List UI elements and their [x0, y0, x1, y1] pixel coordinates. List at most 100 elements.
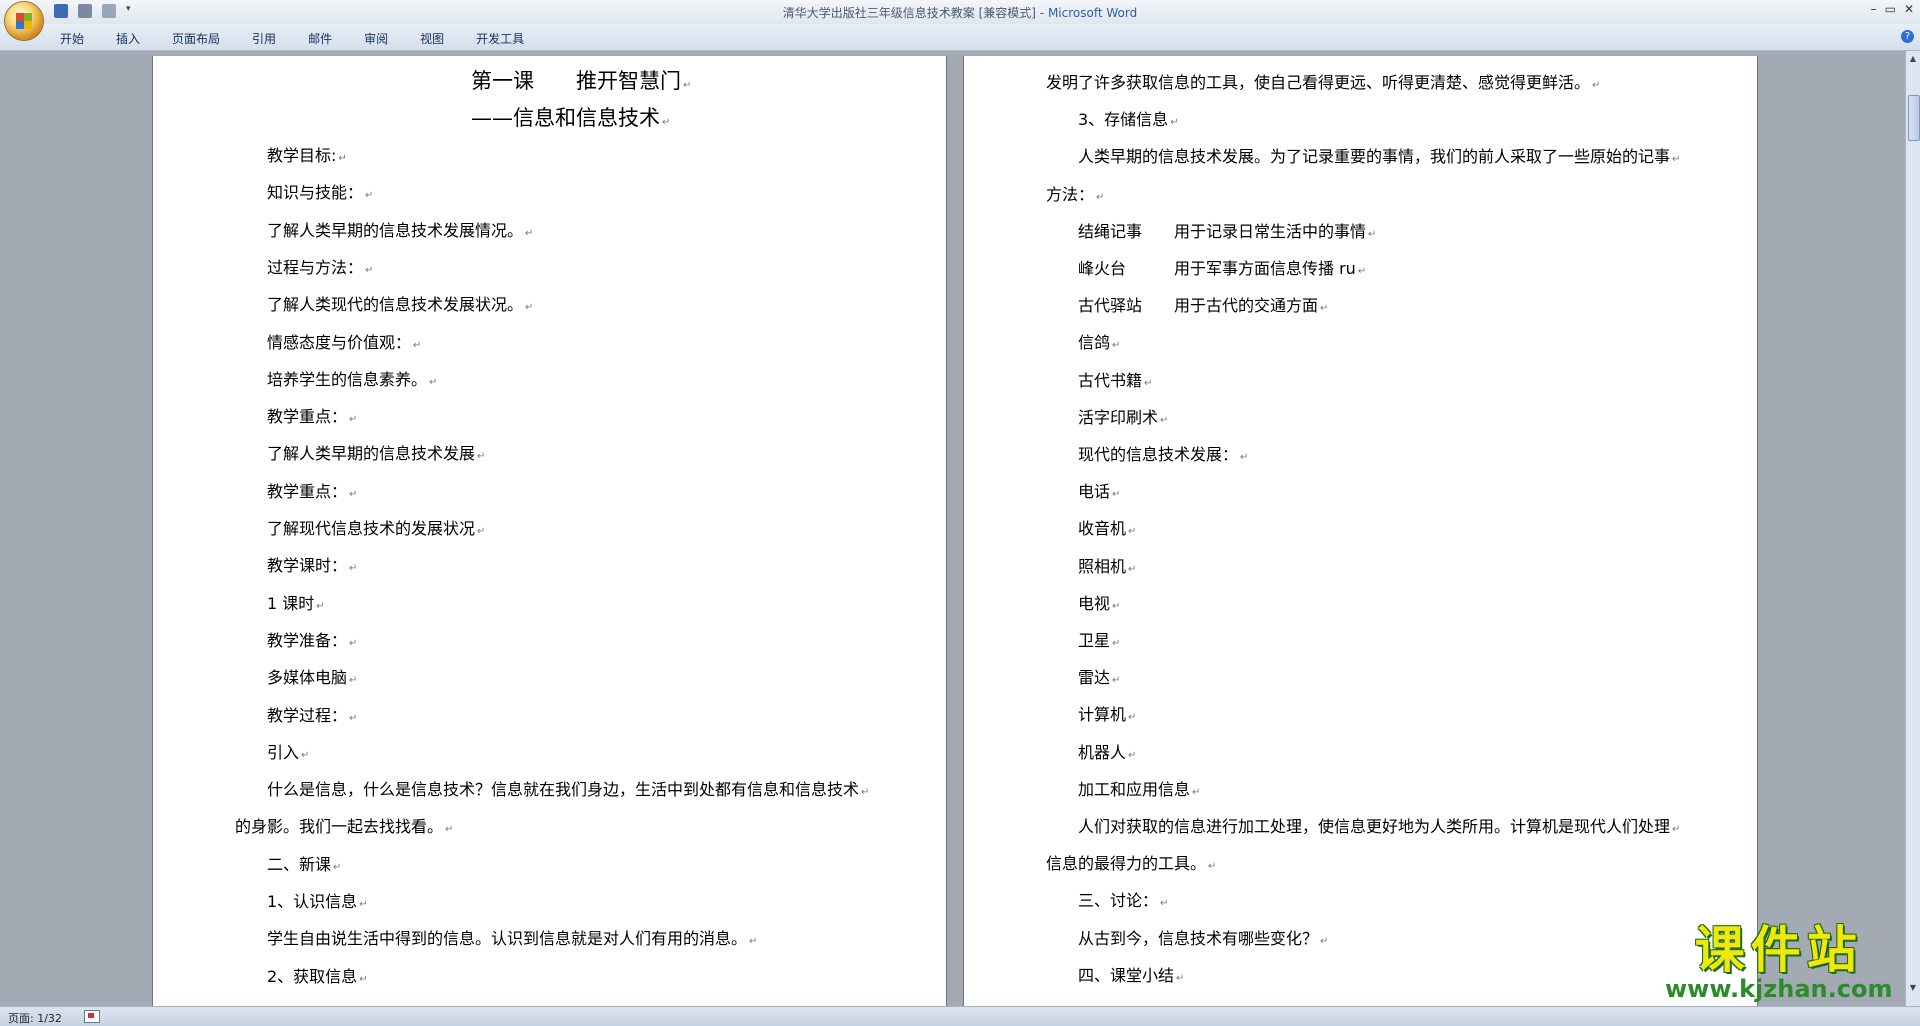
paragraph-mark: ↵	[349, 637, 358, 649]
office-button[interactable]	[5, 2, 43, 40]
right-page-line-text: 加工和应用信息	[1078, 779, 1191, 799]
paragraph-mark: ↵	[1144, 377, 1153, 389]
right-page-line-text: 照相机	[1078, 556, 1127, 576]
left-page-line: 了解人类早期的信息技术发展情况。 ↵	[267, 217, 533, 241]
left-page-line-text: 教学准备：	[267, 630, 348, 650]
tab-references[interactable]: 引用	[252, 30, 276, 47]
paragraph-mark: ↵	[316, 600, 325, 612]
right-page-line: 照相机 ↵	[1078, 553, 1136, 577]
left-page-line: 教学重点： ↵	[267, 478, 357, 502]
right-page-line: 电视 ↵	[1078, 590, 1120, 614]
left-page-line: 教学准备： ↵	[267, 627, 357, 651]
right-page-line-text: 计算机	[1078, 705, 1127, 725]
left-page-line: 过程与方法： ↵	[267, 254, 373, 278]
paragraph-mark: ↵	[359, 899, 368, 910]
tab-view[interactable]: 视图	[420, 30, 444, 47]
left-page-line-text: 教学重点：	[267, 481, 348, 501]
tab-review[interactable]: 审阅	[364, 30, 388, 47]
paragraph-mark: ↵	[359, 973, 368, 985]
tab-insert[interactable]: 插入	[116, 30, 140, 47]
right-page-line: 峰火台 用于军事方面信息传播 ru ↵	[1078, 255, 1366, 279]
right-page-line-text: 结绳记事 用于记录日常生活中的事情	[1078, 221, 1367, 241]
paragraph-mark: ↵	[1320, 303, 1329, 315]
close-icon[interactable]: ✕	[1904, 2, 1914, 16]
restore-icon[interactable]: ▭	[1885, 2, 1896, 16]
paragraph-mark: ↵	[1672, 154, 1681, 166]
paragraph-mark: ↵	[1357, 266, 1367, 277]
paragraph-mark: ↵	[1128, 563, 1137, 575]
paragraph-mark: ↵	[349, 563, 358, 575]
app-name: Microsoft Word	[1047, 6, 1138, 20]
scroll-up-icon[interactable]: ▲	[1908, 54, 1918, 63]
paragraph-mark: ↵	[525, 227, 534, 239]
paragraph-mark: ↵	[525, 302, 534, 314]
tab-home[interactable]: 开始	[60, 30, 84, 47]
ribbon: 开始 插入 页面布局 引用 邮件 审阅 视图 开发工具 ?	[0, 24, 1920, 51]
watermark-url: www.kjzhan.com	[1665, 975, 1893, 1003]
left-page-line: 学生自由说生活中得到的信息。认识到信息就是对人们有用的消息。 ↵	[267, 925, 757, 949]
right-page-line-text: 卫星	[1078, 631, 1111, 650]
paragraph-mark: ↵	[861, 787, 870, 799]
vertical-scrollbar[interactable]: ▲ ▼	[1905, 51, 1920, 1006]
left-page-line: 了解人类现代的信息技术发展状况。 ↵	[267, 291, 533, 315]
paragraph-mark: ↵	[349, 712, 358, 724]
left-page-line: 二、新课 ↵	[267, 851, 341, 875]
right-page-line: 机器人 ↵	[1078, 739, 1136, 763]
paragraph-mark: ↵	[413, 339, 422, 351]
paragraph-mark: ↵	[477, 451, 486, 463]
scroll-thumb[interactable]	[1908, 95, 1920, 141]
paragraph-mark: ↵	[349, 488, 358, 500]
paragraph-mark: ↵	[749, 936, 758, 948]
document-page-left[interactable]: 第一课 推开智慧门 ↵ ——信息和信息技术 ↵ 教学目标: ↵ 知识与技能： ↵ 了解人类早…	[152, 56, 947, 1006]
watermark-logo: 课件站 www.kjzhan.com	[1665, 923, 1892, 1003]
paragraph-mark: ↵	[1240, 452, 1249, 463]
right-page-line: 古代书籍 ↵	[1078, 367, 1152, 391]
right-page-line-text: 雷达	[1078, 668, 1111, 688]
right-page-line: 四、课堂小结 ↵	[1078, 962, 1184, 986]
left-page-line-text: 了解人类现代的信息技术发展状况。	[267, 295, 524, 315]
left-page-line-text: 多媒体电脑	[267, 668, 348, 688]
left-page-line: 引入 ↵	[267, 739, 309, 763]
paragraph-mark: ↵	[301, 749, 310, 761]
tab-page-layout[interactable]: 页面布局	[172, 30, 220, 47]
paragraph-mark: ↵	[1112, 638, 1121, 649]
right-page-line: 电话 ↵	[1078, 478, 1120, 502]
ribbon-tabs: 开始 插入 页面布局 引用 邮件 审阅 视图 开发工具	[60, 30, 556, 47]
paragraph-mark: ↵	[1128, 712, 1137, 724]
paragraph-mark: ↵	[338, 153, 347, 164]
right-page-line: 三、讨论： ↵	[1078, 887, 1168, 911]
right-page-line-text: 从古到今，信息技术有哪些变化？	[1078, 928, 1319, 948]
right-page-line-text: 电话	[1078, 482, 1111, 502]
right-page-line: 现代的信息技术发展： ↵	[1078, 441, 1248, 465]
paragraph-mark: ↵	[349, 414, 358, 426]
tab-developer[interactable]: 开发工具	[476, 30, 524, 47]
right-page-line: 人类早期的信息技术发展。为了记录重要的事情，我们的前人采取了一些原始的记事 ↵	[1078, 143, 1680, 167]
page-count[interactable]: 页面: 1/32	[8, 1010, 62, 1026]
right-page-line-text: 现代的信息技术发展：	[1078, 445, 1239, 464]
left-page-line-text: 了解现代信息技术的发展状况	[267, 519, 476, 538]
tab-mailings[interactable]: 邮件	[308, 30, 332, 47]
left-page-line: 了解现代信息技术的发展状况 ↵	[267, 515, 485, 539]
document-page-right[interactable]: 发明了许多获取信息的工具，使自己看得更远、听得更清楚、感觉得更鲜活。 ↵ 3、存储信…	[963, 56, 1758, 1006]
paragraph-mark: ↵	[1112, 340, 1121, 352]
paragraph-mark: ↵	[1112, 675, 1121, 687]
right-page-line: 人们对获取的信息进行加工处理，使信息更好地为人类所用。计算机是现代人们处理 ↵	[1078, 813, 1680, 837]
right-page-line: 雷达 ↵	[1078, 664, 1120, 688]
paragraph-mark: ↵	[1320, 935, 1329, 947]
paragraph-mark: ↵	[1368, 228, 1377, 240]
proofing-icon[interactable]	[84, 1010, 100, 1023]
minimize-icon[interactable]: –	[1871, 2, 1877, 16]
right-page-line: 从古到今，信息技术有哪些变化？ ↵	[1078, 925, 1328, 949]
left-page-line: 教学过程： ↵	[267, 702, 357, 726]
help-icon[interactable]: ?	[1901, 30, 1914, 43]
left-page-line-text: 了解人类早期的信息技术发展情况。	[267, 220, 524, 240]
left-page-line-text: 知识与技能：	[267, 183, 364, 203]
watermark-title: 课件站	[1694, 921, 1863, 979]
left-page-line: 培养学生的信息素养。 ↵	[267, 366, 437, 390]
right-page-line: 信息的最得力的工具。 ↵	[1046, 850, 1216, 874]
title-bar: ▾ 清华大学出版社三年级信息技术教案 [兼容模式] - Microsoft Wo…	[0, 0, 1920, 24]
left-page-line: 1 课时 ↵	[267, 590, 325, 614]
scroll-down-icon[interactable]: ▼	[1908, 983, 1918, 992]
paragraph-mark: ↵	[477, 526, 486, 537]
paragraph-mark: ↵	[349, 675, 358, 687]
